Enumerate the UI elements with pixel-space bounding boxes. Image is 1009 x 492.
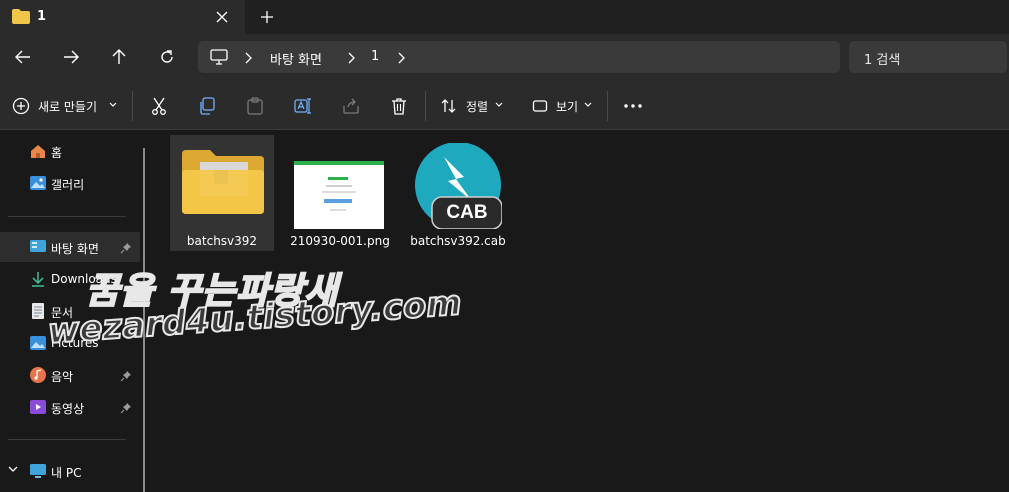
paste-button[interactable] xyxy=(244,95,266,117)
sidebar-item-label: 내 PC xyxy=(51,466,82,480)
close-tab-button[interactable] xyxy=(211,6,233,28)
cab-badge: CAB xyxy=(446,202,488,223)
delete-button[interactable] xyxy=(388,95,410,117)
scissors-icon xyxy=(152,97,166,115)
up-button[interactable] xyxy=(105,43,133,71)
search-input[interactable]: 1 검색 xyxy=(864,49,900,68)
pin-icon xyxy=(120,402,132,414)
chevron-right-icon xyxy=(347,52,355,64)
copy-button[interactable] xyxy=(196,95,218,117)
close-icon xyxy=(216,11,228,23)
view-icon xyxy=(532,98,548,114)
document-icon xyxy=(30,303,46,319)
refresh-button[interactable] xyxy=(153,43,181,71)
rename-icon xyxy=(294,98,311,114)
toolbar-divider xyxy=(607,91,608,121)
folder-icon xyxy=(12,9,30,24)
sidebar-divider xyxy=(8,216,126,217)
desktop-icon xyxy=(30,239,46,255)
home-icon xyxy=(30,143,46,159)
tab-title: 1 xyxy=(37,9,47,24)
plus-icon xyxy=(261,11,273,23)
sidebar-item-label: 음악 xyxy=(51,370,74,384)
share-button[interactable] xyxy=(340,95,362,117)
file-name: 210930-001.png xyxy=(290,234,390,248)
clipboard-icon xyxy=(247,97,263,115)
trash-icon xyxy=(392,98,406,115)
sidebar-item-label: 동영상 xyxy=(51,402,85,416)
download-icon xyxy=(30,271,46,287)
chevron-right-icon xyxy=(244,52,252,64)
file-name: batchsv392 xyxy=(186,234,258,248)
new-button[interactable]: 새로 만들기 xyxy=(38,98,97,115)
pin-icon xyxy=(120,242,132,254)
toolbar-divider xyxy=(132,91,133,121)
arrow-right-icon xyxy=(64,50,79,64)
breadcrumb-desktop[interactable]: 바탕 화면 xyxy=(270,49,322,68)
more-options-button[interactable] xyxy=(622,95,644,117)
view-button[interactable]: 보기 xyxy=(556,98,578,115)
video-icon xyxy=(30,399,46,415)
chevron-down-icon xyxy=(584,102,592,108)
gallery-icon xyxy=(30,175,46,191)
sidebar-item-label: 갤러리 xyxy=(51,178,85,192)
pc-icon xyxy=(30,463,46,479)
sidebar-item-label: 바탕 화면 xyxy=(51,242,99,256)
copy-icon xyxy=(200,97,215,115)
refresh-icon xyxy=(161,50,173,63)
arrow-left-icon xyxy=(15,50,30,64)
back-button[interactable] xyxy=(9,43,37,71)
forward-button[interactable] xyxy=(57,43,85,71)
breadcrumb-1[interactable]: 1 xyxy=(371,49,379,64)
share-icon xyxy=(343,98,359,114)
pictures-icon xyxy=(30,335,46,351)
music-icon xyxy=(30,367,46,383)
toolbar-divider xyxy=(425,91,426,121)
more-icon xyxy=(624,104,642,108)
arrow-up-icon xyxy=(112,49,126,64)
chevron-down-icon xyxy=(495,102,503,108)
cut-button[interactable] xyxy=(148,95,170,117)
rename-button[interactable] xyxy=(292,95,314,117)
chevron-right-icon xyxy=(397,52,405,64)
folder-large-icon xyxy=(180,148,266,218)
sort-icon xyxy=(441,98,457,114)
image-thumbnail xyxy=(294,161,384,229)
sidebar-item-label: 홈 xyxy=(51,146,63,160)
monitor-icon xyxy=(210,49,228,65)
sort-button[interactable]: 정렬 xyxy=(466,98,488,115)
new-plus-icon xyxy=(12,97,30,115)
sidebar-item-home[interactable] xyxy=(0,136,140,166)
chevron-down-icon xyxy=(109,102,117,108)
file-name: batchsv392.cab xyxy=(410,234,506,248)
pin-icon xyxy=(120,370,132,382)
sidebar-divider xyxy=(8,439,126,440)
new-tab-button[interactable] xyxy=(256,6,278,28)
